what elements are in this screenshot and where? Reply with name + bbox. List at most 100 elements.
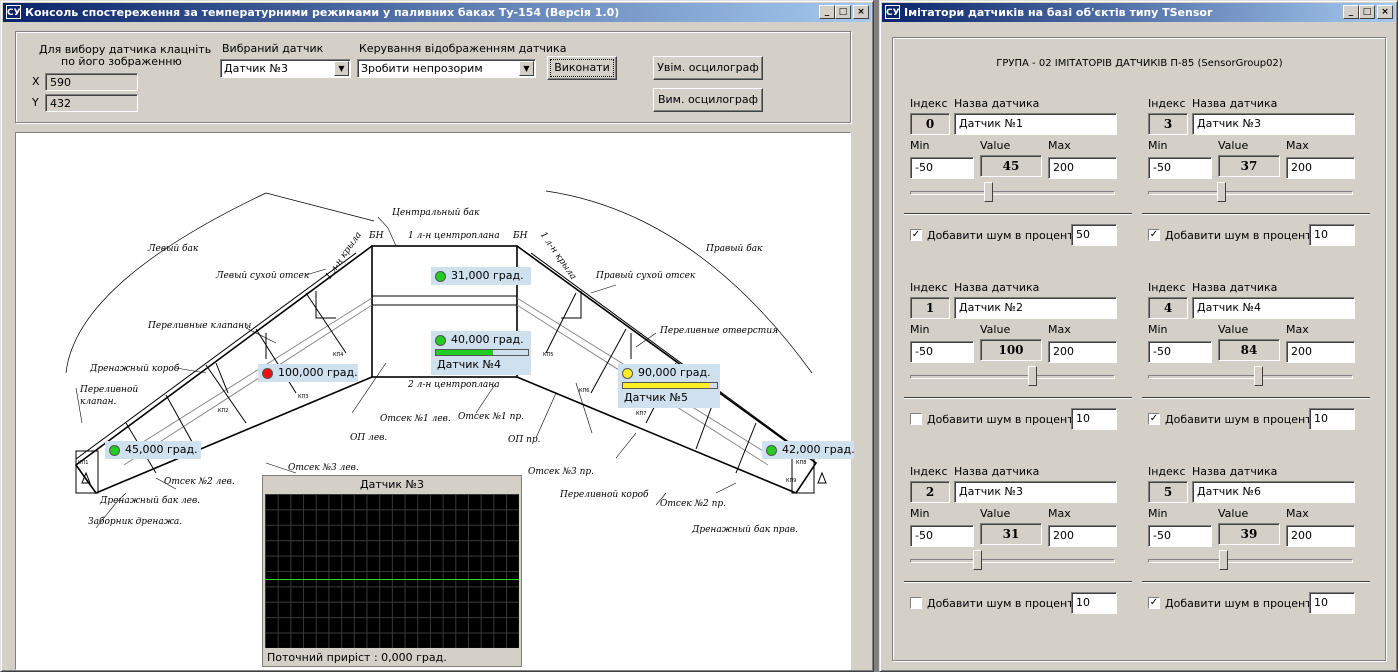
value-slider-thumb[interactable] bbox=[1253, 366, 1263, 386]
main-title-bar[interactable]: СУ Консоль спостереження за температурни… bbox=[3, 3, 871, 22]
min-input[interactable]: -50 bbox=[1148, 341, 1212, 363]
noise-checkbox[interactable]: ✓ bbox=[1148, 229, 1160, 241]
value-display: 45 bbox=[980, 155, 1042, 177]
sensor-name-input[interactable]: Датчик №3 bbox=[954, 481, 1117, 503]
panel-divider bbox=[904, 213, 1132, 215]
noise-checkbox[interactable]: ✓ bbox=[910, 229, 922, 241]
minimize-button[interactable]: _ bbox=[1343, 5, 1359, 19]
max-input[interactable]: 200 bbox=[1048, 341, 1117, 363]
minimize-button[interactable]: _ bbox=[819, 5, 835, 19]
sensor-panel: Індекс Назва датчика 3 Датчик №3 Min Value Max… bbox=[1140, 89, 1376, 259]
noise-checkbox[interactable]: ✓ bbox=[1148, 597, 1160, 609]
sensor-temp: 90,000 град. bbox=[638, 366, 711, 379]
sensor-readout-100[interactable]: 100,000 град. bbox=[258, 364, 358, 382]
close-button[interactable]: × bbox=[853, 5, 869, 19]
sensor-name-input[interactable]: Датчик №6 bbox=[1192, 481, 1355, 503]
sim-title-bar[interactable]: СУ Імітатори датчиків на базі об'єктів т… bbox=[882, 3, 1395, 22]
max-label: Max bbox=[1286, 507, 1309, 520]
fuel-tank-diagram[interactable]: Центральный бак Левый бак Правый бак БН … bbox=[15, 132, 855, 670]
max-input[interactable]: 200 bbox=[1286, 157, 1355, 179]
value-slider-track[interactable] bbox=[910, 559, 1115, 563]
label-kp4: КП4 bbox=[333, 352, 344, 358]
chevron-down-icon[interactable]: ▼ bbox=[519, 61, 534, 76]
noise-checkbox[interactable]: ✓ bbox=[1148, 413, 1160, 425]
noise-input[interactable]: 10 bbox=[1071, 592, 1117, 614]
noise-input[interactable]: 50 bbox=[1071, 224, 1117, 246]
osc-off-button[interactable]: Вим. осцилограф bbox=[653, 88, 763, 112]
oscilloscope-title: Датчик №3 bbox=[360, 478, 424, 491]
sensor-name-input[interactable]: Датчик №1 bbox=[954, 113, 1117, 135]
noise-checkbox[interactable] bbox=[910, 413, 922, 425]
sensor-name: Датчик №4 bbox=[437, 358, 501, 371]
sensor-readout-42[interactable]: 42,000 град. bbox=[762, 441, 855, 459]
sensor-status-icon bbox=[435, 271, 446, 282]
value-slider-track[interactable] bbox=[1148, 559, 1353, 563]
value-slider-track[interactable] bbox=[1148, 375, 1353, 379]
sensor-readout-45[interactable]: 45,000 град. bbox=[105, 441, 201, 459]
value-slider-track[interactable] bbox=[910, 191, 1115, 195]
min-input[interactable]: -50 bbox=[910, 525, 974, 547]
name-label: Назва датчика bbox=[1192, 281, 1278, 294]
min-input[interactable]: -50 bbox=[1148, 525, 1212, 547]
min-input[interactable]: -50 bbox=[910, 341, 974, 363]
noise-input[interactable]: 10 bbox=[1309, 408, 1355, 430]
label-overflow-box: Переливной короб bbox=[560, 490, 649, 500]
value-slider-thumb[interactable] bbox=[1216, 182, 1226, 202]
max-input[interactable]: 200 bbox=[1048, 525, 1117, 547]
sensor-name-input[interactable]: Датчик №4 bbox=[1192, 297, 1355, 319]
group-title: ГРУПА - 02 ІМІТАТОРІВ ДАТЧИКІВ П-85 (Sen… bbox=[996, 58, 1283, 69]
value-slider-track[interactable] bbox=[1148, 191, 1353, 195]
min-label: Min bbox=[1148, 507, 1168, 520]
min-input[interactable]: -50 bbox=[910, 157, 974, 179]
display-mode-select[interactable]: Зробити непрозорим ▼ bbox=[357, 59, 536, 78]
sensor-name-input[interactable]: Датчик №3 bbox=[1192, 113, 1355, 135]
main-window: СУ Консоль спостереження за температурни… bbox=[0, 0, 874, 672]
value-slider-thumb[interactable] bbox=[972, 550, 982, 570]
maximize-button[interactable]: □ bbox=[835, 5, 851, 19]
osc-on-button[interactable]: Увім. осцилограф bbox=[653, 56, 763, 80]
execute-button[interactable]: Виконати bbox=[547, 56, 617, 80]
value-label: Value bbox=[980, 507, 1011, 520]
max-input[interactable]: 200 bbox=[1048, 157, 1117, 179]
sensor-level-bar bbox=[622, 382, 718, 389]
noise-input[interactable]: 10 bbox=[1309, 592, 1355, 614]
value-slider-thumb[interactable] bbox=[1218, 550, 1228, 570]
index-field: 1 bbox=[910, 297, 950, 319]
noise-input[interactable]: 10 bbox=[1071, 408, 1117, 430]
min-input[interactable]: -50 bbox=[1148, 157, 1212, 179]
sensor-readout-40[interactable]: 40,000 град. Датчик №4 bbox=[431, 331, 531, 375]
label-kp6: КП6 bbox=[579, 388, 590, 394]
value-label: Value bbox=[980, 139, 1011, 152]
maximize-button[interactable]: □ bbox=[1359, 5, 1375, 19]
value-display: 37 bbox=[1218, 155, 1280, 177]
sensor-panel: Індекс Назва датчика 4 Датчик №4 Min Value Max… bbox=[1140, 273, 1376, 443]
max-input[interactable]: 200 bbox=[1286, 341, 1355, 363]
label-right-dry: Правый сухой отсек bbox=[596, 271, 696, 281]
value-slider-thumb[interactable] bbox=[1027, 366, 1037, 386]
noise-input[interactable]: 10 bbox=[1309, 224, 1355, 246]
label-op-left: ОП лев. bbox=[350, 433, 388, 443]
sensor-status-icon bbox=[109, 445, 120, 456]
sensor-temp: 40,000 град. bbox=[451, 333, 524, 346]
name-label: Назва датчика bbox=[1192, 97, 1278, 110]
chevron-down-icon[interactable]: ▼ bbox=[334, 61, 349, 76]
max-input[interactable]: 200 bbox=[1286, 525, 1355, 547]
sensor-readout-90[interactable]: 90,000 град. Датчик №5 bbox=[618, 364, 720, 408]
display-mode-value: Зробити непрозорим bbox=[361, 62, 483, 75]
sensor-select[interactable]: Датчик №3 ▼ bbox=[220, 59, 351, 78]
close-button[interactable]: × bbox=[1377, 5, 1393, 19]
display-control-label: Керування відображенням датчика bbox=[359, 42, 567, 55]
label-drain-box: Дренажный короб bbox=[90, 364, 180, 374]
value-slider-thumb[interactable] bbox=[984, 182, 994, 202]
name-label: Назва датчика bbox=[954, 97, 1040, 110]
y-value-field: 432 bbox=[45, 94, 138, 112]
sensor-name-input[interactable]: Датчик №2 bbox=[954, 297, 1117, 319]
sensor-readout-31[interactable]: 31,000 град. bbox=[431, 267, 531, 285]
label-compartment1-left: Отсек №1 лев. bbox=[380, 414, 451, 424]
noise-checkbox[interactable] bbox=[910, 597, 922, 609]
sensor-temp: 42,000 град. bbox=[782, 443, 855, 456]
value-display: 100 bbox=[980, 339, 1042, 361]
index-label: Індекс bbox=[1148, 465, 1186, 478]
name-label: Назва датчика bbox=[954, 465, 1040, 478]
value-slider-track[interactable] bbox=[910, 375, 1115, 379]
